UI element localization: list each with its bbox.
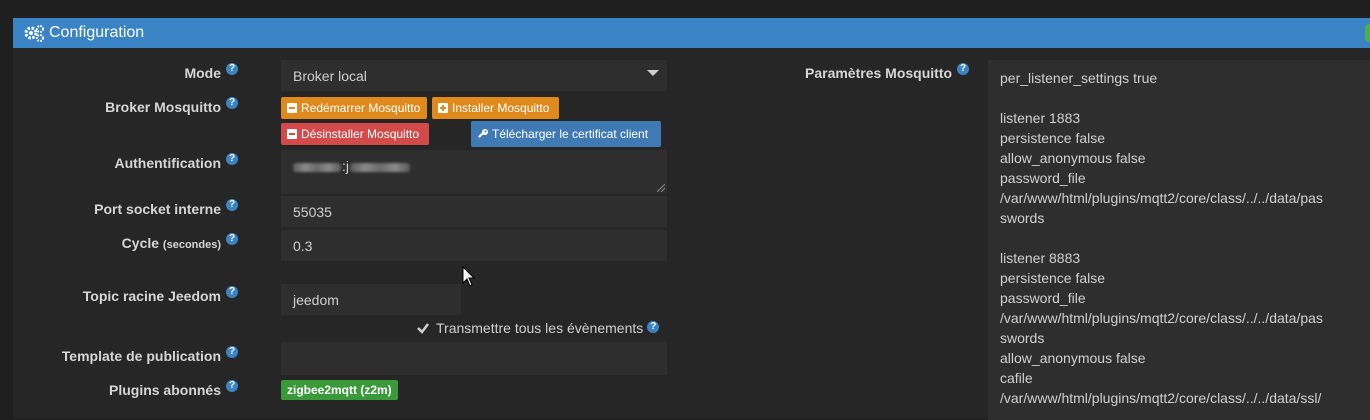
- uninstall-mosquitto-button[interactable]: Désinstaller Mosquitto: [281, 123, 429, 145]
- mode-value: Broker local: [293, 67, 367, 84]
- cycle-input[interactable]: 0.3: [281, 230, 667, 261]
- install-mosquitto-button[interactable]: Installer Mosquitto: [432, 97, 559, 119]
- params-line: persistence false: [1000, 130, 1106, 146]
- template-input[interactable]: [281, 342, 667, 375]
- resize-handle-icon[interactable]: [657, 184, 665, 192]
- params-line: password_file: [1000, 290, 1086, 306]
- params-line: persistence false: [1000, 270, 1106, 286]
- params-line: cafile: [1000, 370, 1033, 386]
- params-line: [1000, 228, 1366, 248]
- help-icon[interactable]: ?: [226, 380, 238, 392]
- topic-label: Topic racine Jeedom?: [83, 286, 238, 304]
- params-line: per_listener_settings true: [1000, 70, 1158, 86]
- chevron-down-icon: [647, 70, 659, 76]
- help-icon[interactable]: ?: [647, 321, 660, 333]
- params-line: swords: [1000, 210, 1045, 226]
- params-line: listener 8883: [1000, 250, 1081, 266]
- panel-title: Configuration: [49, 24, 145, 41]
- mode-label: Mode?: [184, 63, 238, 81]
- plus-square-icon: [438, 103, 448, 113]
- plugins-label: Plugins abonnés?: [109, 380, 238, 398]
- port-input[interactable]: 55035: [281, 196, 667, 227]
- params-line: [1000, 88, 1366, 108]
- mosquitto-params-label: Paramètres Mosquitto?: [805, 63, 970, 81]
- params-line: /var/www/html/plugins/mqtt2/core/class/.…: [1000, 390, 1322, 406]
- broker-label: Broker Mosquitto?: [105, 97, 238, 115]
- key-icon: [477, 128, 489, 140]
- help-icon[interactable]: ?: [226, 97, 238, 109]
- minus-square-icon: [287, 103, 297, 113]
- params-line: allow_anonymous false: [1000, 350, 1146, 366]
- header-badge: [1365, 24, 1370, 42]
- params-line: /var/www/html/plugins/mqtt2/core/class/.…: [1000, 310, 1323, 326]
- plugin-badge: zigbee2mqtt (z2m): [281, 380, 398, 400]
- panel-header: Configuration: [13, 18, 1370, 48]
- params-line: /var/www/html/plugins/mqtt2/core/class/.…: [1000, 190, 1323, 206]
- download-certificate-button[interactable]: Télécharger le certificat client: [471, 121, 661, 147]
- template-label: Template de publication?: [62, 346, 238, 364]
- mouse-cursor-icon: [462, 266, 476, 287]
- help-icon[interactable]: ?: [226, 199, 238, 211]
- minus-square-icon: [287, 129, 297, 139]
- params-line: allow_anonymous false: [1000, 150, 1146, 166]
- auth-label: Authentification?: [114, 153, 238, 171]
- cogs-icon: [23, 24, 45, 42]
- restart-mosquitto-button[interactable]: Redémarrer Mosquitto: [281, 97, 427, 119]
- mosquitto-params-textarea[interactable]: per_listener_settings true listener 1883 p…: [988, 60, 1370, 420]
- help-icon[interactable]: ?: [226, 233, 238, 245]
- mode-select[interactable]: Broker local: [281, 60, 667, 91]
- transmit-all-events-checkbox[interactable]: Transmettre tous les évènements ?: [416, 320, 660, 336]
- help-icon[interactable]: ?: [226, 63, 238, 75]
- params-line: password_file: [1000, 170, 1086, 186]
- redacted-username: [293, 163, 341, 172]
- auth-separator: :j: [342, 158, 349, 174]
- help-icon[interactable]: ?: [226, 286, 238, 298]
- topic-input[interactable]: jeedom: [281, 284, 461, 315]
- redacted-password: [350, 163, 410, 172]
- port-label: Port socket interne?: [94, 199, 238, 217]
- help-icon[interactable]: ?: [957, 63, 970, 75]
- check-icon[interactable]: [416, 321, 430, 335]
- help-icon[interactable]: ?: [226, 346, 238, 358]
- cycle-label: Cycle (secondes)?: [122, 233, 238, 251]
- auth-textarea[interactable]: :j: [281, 150, 667, 194]
- help-icon[interactable]: ?: [226, 153, 238, 165]
- params-line: listener 1883: [1000, 110, 1081, 126]
- params-line: swords: [1000, 330, 1045, 346]
